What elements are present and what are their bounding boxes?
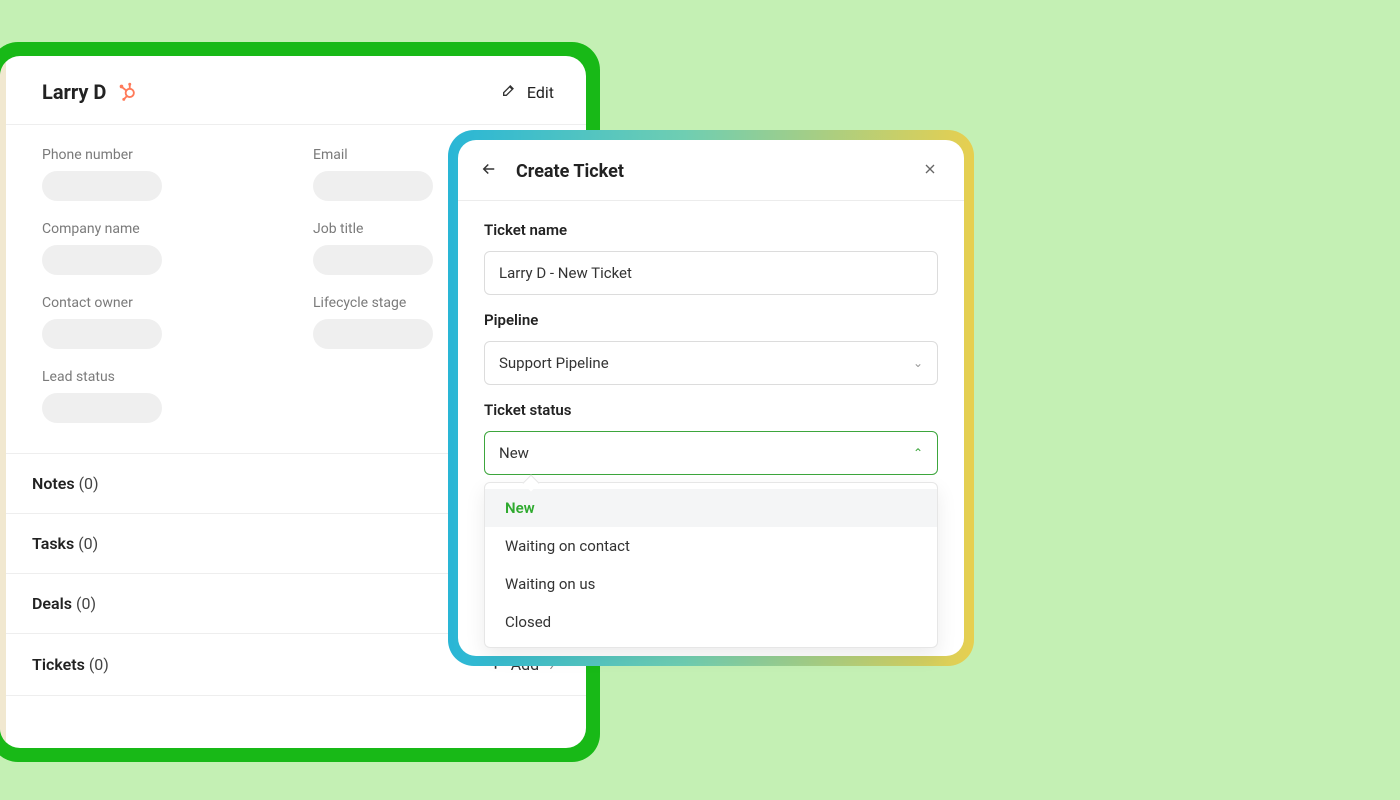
section-tasks-label: Tasks bbox=[32, 534, 74, 553]
field-lead-label: Lead status bbox=[42, 369, 283, 385]
edit-button[interactable]: Edit bbox=[501, 82, 554, 102]
status-value: New bbox=[499, 444, 529, 462]
status-option-closed[interactable]: Closed bbox=[485, 603, 937, 641]
pipeline-value: Support Pipeline bbox=[499, 354, 609, 372]
section-notes-count: (0) bbox=[79, 474, 99, 493]
chevron-up-icon: ⌃ bbox=[913, 446, 923, 460]
field-company-value[interactable] bbox=[42, 245, 162, 275]
dialog-title: Create Ticket bbox=[516, 161, 624, 182]
back-arrow-icon[interactable] bbox=[480, 160, 498, 182]
status-option-label: New bbox=[505, 499, 535, 517]
status-option-label: Waiting on contact bbox=[505, 537, 630, 555]
close-icon[interactable] bbox=[922, 161, 938, 181]
status-option-waiting-us[interactable]: Waiting on us bbox=[485, 565, 937, 603]
create-ticket-frame: Create Ticket Ticket name Larry D - New … bbox=[448, 130, 974, 666]
status-dropdown: New Waiting on contact Waiting on us Clo… bbox=[484, 482, 938, 648]
pipeline-label: Pipeline bbox=[484, 311, 938, 329]
contact-name-text: Larry D bbox=[42, 80, 106, 104]
section-tickets-count: (0) bbox=[89, 655, 109, 674]
field-lifecycle-value[interactable] bbox=[313, 319, 433, 349]
edit-label: Edit bbox=[527, 83, 554, 102]
contact-card-edge bbox=[0, 56, 6, 748]
ticket-name-label: Ticket name bbox=[484, 221, 938, 239]
section-tickets-label: Tickets bbox=[32, 655, 85, 674]
section-deals-count: (0) bbox=[76, 594, 96, 613]
field-owner-label: Contact owner bbox=[42, 295, 283, 311]
chevron-down-icon: ⌄ bbox=[913, 356, 923, 370]
status-option-waiting-contact[interactable]: Waiting on contact bbox=[485, 527, 937, 565]
contact-header: Larry D bbox=[0, 56, 586, 125]
create-ticket-dialog: Create Ticket Ticket name Larry D - New … bbox=[458, 140, 964, 656]
status-label: Ticket status bbox=[484, 401, 938, 419]
field-jobtitle-value[interactable] bbox=[313, 245, 433, 275]
status-select[interactable]: New ⌃ bbox=[484, 431, 938, 475]
field-email-value[interactable] bbox=[313, 171, 433, 201]
field-company: Company name bbox=[42, 221, 283, 275]
field-owner: Contact owner bbox=[42, 295, 283, 349]
field-phone: Phone number bbox=[42, 147, 283, 201]
dialog-body: Ticket name Larry D - New Ticket Pipelin… bbox=[458, 201, 964, 475]
field-phone-value[interactable] bbox=[42, 171, 162, 201]
field-lead-value[interactable] bbox=[42, 393, 162, 423]
field-lead: Lead status bbox=[42, 369, 283, 423]
status-option-label: Closed bbox=[505, 613, 551, 631]
pipeline-select[interactable]: Support Pipeline ⌄ bbox=[484, 341, 938, 385]
field-company-label: Company name bbox=[42, 221, 283, 237]
section-tasks-count: (0) bbox=[78, 534, 98, 553]
field-phone-label: Phone number bbox=[42, 147, 283, 163]
section-notes-label: Notes bbox=[32, 474, 75, 493]
status-option-label: Waiting on us bbox=[505, 575, 595, 593]
hubspot-icon bbox=[116, 81, 138, 103]
ticket-name-value: Larry D - New Ticket bbox=[499, 264, 632, 282]
status-option-new[interactable]: New bbox=[485, 489, 937, 527]
ticket-name-input[interactable]: Larry D - New Ticket bbox=[484, 251, 938, 295]
edit-icon bbox=[501, 82, 517, 102]
dialog-header: Create Ticket bbox=[458, 140, 964, 201]
field-owner-value[interactable] bbox=[42, 319, 162, 349]
contact-name: Larry D bbox=[42, 80, 138, 104]
section-deals-label: Deals bbox=[32, 594, 72, 613]
